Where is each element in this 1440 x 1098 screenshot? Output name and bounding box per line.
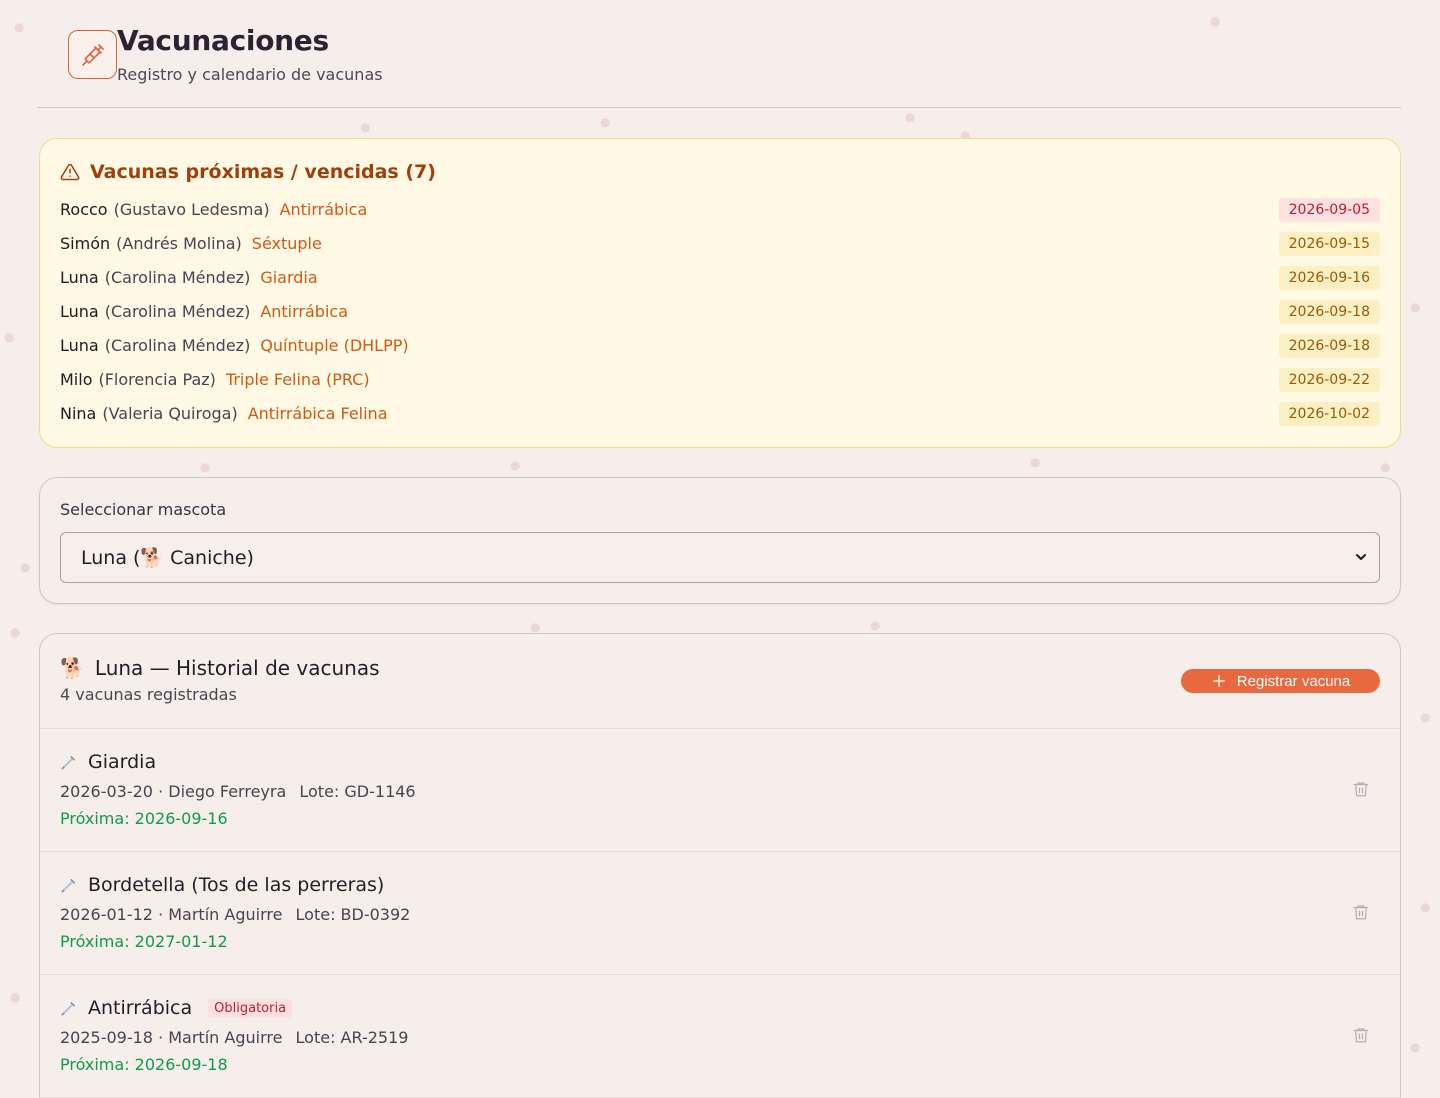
alert-vaccine: Séxtuple	[251, 233, 322, 253]
alert-owner: (Carolina Méndez)	[104, 335, 251, 355]
upcoming-vaccines-alert: Vacunas próximas / vencidas (7) Rocco (G…	[39, 138, 1401, 448]
alert-date-badge: 2026-09-18	[1278, 300, 1380, 324]
alert-heading: Vacunas próximas / vencidas (7)	[60, 161, 436, 183]
alert-vaccine: Antirrábica Felina	[247, 403, 388, 423]
alert-vaccine: Antirrábica	[260, 301, 348, 321]
alert-owner: (Carolina Méndez)	[104, 267, 251, 287]
alert-vaccine: Quíntuple (DHLPP)	[260, 335, 409, 355]
vaccine-meta: 2026-01-12 · Martín Aguirre Lote: BD-039…	[60, 905, 410, 924]
syringe-icon	[61, 879, 75, 893]
vaccine-next-date: Próxima: 2027-01-12	[60, 932, 228, 951]
page-header: Vacunaciones Registro y calendario de va…	[37, 24, 1401, 108]
vaccine-record: Giardia 2026-03-20 · Diego Ferreyra Lote…	[40, 729, 1400, 852]
vaccine-name: Antirrábica	[88, 997, 193, 1019]
alert-vaccine: Giardia	[260, 267, 318, 287]
alert-owner: (Florencia Paz)	[98, 369, 216, 389]
dog-icon: 🐕	[60, 656, 85, 680]
plus-icon	[1212, 675, 1225, 687]
vaccine-history-card: 🐕 Luna — Historial de vacunas 4 vacunas …	[39, 633, 1401, 1098]
alert-title: Vacunas próximas / vencidas (7)	[90, 161, 436, 183]
alert-item[interactable]: Luna (Carolina Méndez) Antirrábica 2026-…	[60, 298, 1380, 324]
vaccine-lot: Lote: BD-0392	[295, 905, 411, 924]
trash-icon[interactable]	[1352, 1026, 1370, 1044]
alert-pet: Rocco	[60, 199, 108, 219]
vaccine-date-vet: 2026-01-12 · Martín Aguirre	[60, 905, 283, 924]
vaccine-record-heading: Giardia	[60, 751, 156, 773]
alert-item[interactable]: Rocco (Gustavo Ledesma) Antirrábica 2026…	[60, 196, 1380, 222]
chevron-down-icon	[1356, 554, 1366, 560]
alert-pet: Luna	[60, 301, 99, 321]
alert-date-badge: 2026-09-22	[1278, 368, 1380, 392]
alert-date-badge: 2026-10-02	[1278, 402, 1380, 426]
vaccine-lot: Lote: AR-2519	[295, 1028, 409, 1047]
trash-icon[interactable]	[1352, 780, 1370, 798]
vaccine-record: Bordetella (Tos de las perreras) 2026-01…	[40, 852, 1400, 975]
alert-date-badge: 2026-09-18	[1278, 334, 1380, 358]
vaccine-record-heading: Bordetella (Tos de las perreras)	[60, 874, 384, 896]
vaccine-meta: 2025-09-18 · Martín Aguirre Lote: AR-251…	[60, 1028, 408, 1047]
alert-owner: (Andrés Molina)	[116, 233, 242, 253]
pet-select-value: Luna (🐕 Caniche)	[81, 547, 254, 569]
alert-item[interactable]: Nina (Valeria Quiroga) Antirrábica Felin…	[60, 400, 1380, 426]
alert-item[interactable]: Luna (Carolina Méndez) Quíntuple (DHLPP)…	[60, 332, 1380, 358]
page-subtitle: Registro y calendario de vacunas	[117, 65, 383, 84]
alert-pet: Luna	[60, 267, 99, 287]
history-heading: 🐕 Luna — Historial de vacunas	[60, 656, 380, 680]
vaccine-next-date: Próxima: 2026-09-18	[60, 1055, 228, 1074]
register-vaccine-button[interactable]: Registrar vacuna	[1181, 669, 1380, 693]
vaccine-date-vet: 2026-03-20 · Diego Ferreyra	[60, 782, 287, 801]
pet-selector-label: Seleccionar mascota	[60, 500, 227, 519]
alert-date-badge: 2026-09-16	[1278, 266, 1380, 290]
alert-pet: Milo	[60, 369, 93, 389]
alert-item[interactable]: Simón (Andrés Molina) Séxtuple 2026-09-1…	[60, 230, 1380, 256]
alert-pet: Luna	[60, 335, 99, 355]
alert-date-badge: 2026-09-15	[1278, 232, 1380, 256]
history-count: 4 vacunas registradas	[60, 685, 237, 704]
alert-vaccine: Antirrábica	[279, 199, 368, 219]
syringe-icon	[61, 756, 75, 770]
syringe-icon	[61, 1002, 75, 1016]
vaccine-date-vet: 2025-09-18 · Martín Aguirre	[60, 1028, 283, 1047]
vaccine-next-date: Próxima: 2026-09-16	[60, 809, 228, 828]
trash-icon[interactable]	[1352, 903, 1370, 921]
alert-vaccine: Triple Felina (PRC)	[225, 369, 370, 389]
alert-pet: Simón	[60, 233, 111, 253]
alert-owner: (Gustavo Ledesma)	[113, 199, 270, 219]
pet-select[interactable]: Luna (🐕 Caniche)	[60, 532, 1380, 583]
syringe-icon	[68, 30, 117, 79]
vaccine-name: Bordetella (Tos de las perreras)	[88, 874, 385, 896]
history-title: Luna — Historial de vacunas	[94, 656, 380, 680]
register-vaccine-label: Registrar vacuna	[1236, 672, 1351, 690]
alert-owner: (Valeria Quiroga)	[102, 403, 238, 423]
vaccine-meta: 2026-03-20 · Diego Ferreyra Lote: GD-114…	[60, 782, 416, 801]
vaccine-record: Antirrábica Obligatoria 2025-09-18 · Mar…	[40, 975, 1400, 1098]
vaccine-name: Giardia	[88, 751, 157, 773]
vaccine-lot: Lote: GD-1146	[299, 782, 416, 801]
mandatory-badge: Obligatoria	[208, 998, 293, 1018]
alert-pet: Nina	[60, 403, 97, 423]
warning-icon	[60, 163, 80, 181]
history-header: 🐕 Luna — Historial de vacunas 4 vacunas …	[40, 634, 1400, 729]
alert-item[interactable]: Milo (Florencia Paz) Triple Felina (PRC)…	[60, 366, 1380, 392]
page-title: Vacunaciones	[117, 24, 329, 57]
alert-item[interactable]: Luna (Carolina Méndez) Giardia 2026-09-1…	[60, 264, 1380, 290]
alert-date-badge: 2026-09-05	[1278, 198, 1380, 222]
vaccine-record-heading: Antirrábica Obligatoria	[60, 997, 293, 1019]
alert-owner: (Carolina Méndez)	[104, 301, 251, 321]
pet-selector-card: Seleccionar mascota Luna (🐕 Caniche)	[39, 477, 1401, 604]
